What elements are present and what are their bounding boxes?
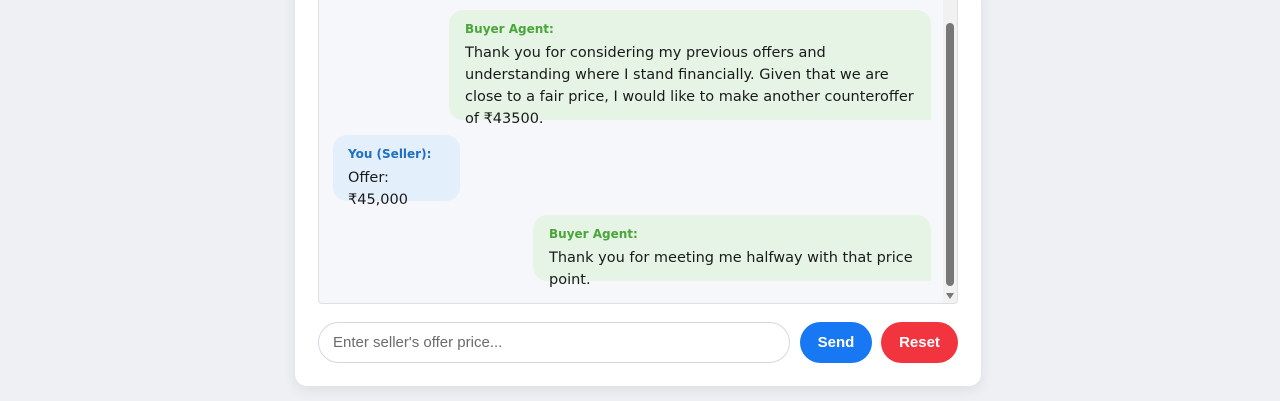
offer-price-input[interactable] — [318, 322, 790, 363]
input-row: Send Reset — [318, 322, 958, 363]
chat-window[interactable]: Buyer Agent: Thank you for considering m… — [318, 0, 958, 304]
reset-button[interactable]: Reset — [881, 322, 958, 363]
seller-message: You (Seller): Offer: ₹45,000 — [333, 135, 460, 208]
buyer-agent-message: Buyer Agent: Thank you for meeting me ha… — [533, 215, 931, 288]
message-sender: Buyer Agent: — [549, 227, 638, 241]
message-sender: You (Seller): — [348, 147, 432, 161]
message-text: Thank you for meeting me halfway with th… — [549, 250, 913, 288]
message-text: Thank you for considering my previous of… — [465, 45, 914, 127]
send-button[interactable]: Send — [800, 322, 872, 363]
chat-scrollbar[interactable] — [943, 0, 957, 303]
scrollbar-thumb[interactable] — [946, 23, 954, 286]
buyer-agent-message: Buyer Agent: Thank you for considering m… — [449, 10, 931, 127]
negotiation-card: Buyer Agent: Thank you for considering m… — [295, 0, 981, 386]
scroll-down-arrow-icon[interactable] — [946, 293, 954, 299]
message-sender: Buyer Agent: — [465, 22, 554, 36]
message-text: Offer: ₹45,000 — [348, 170, 408, 208]
